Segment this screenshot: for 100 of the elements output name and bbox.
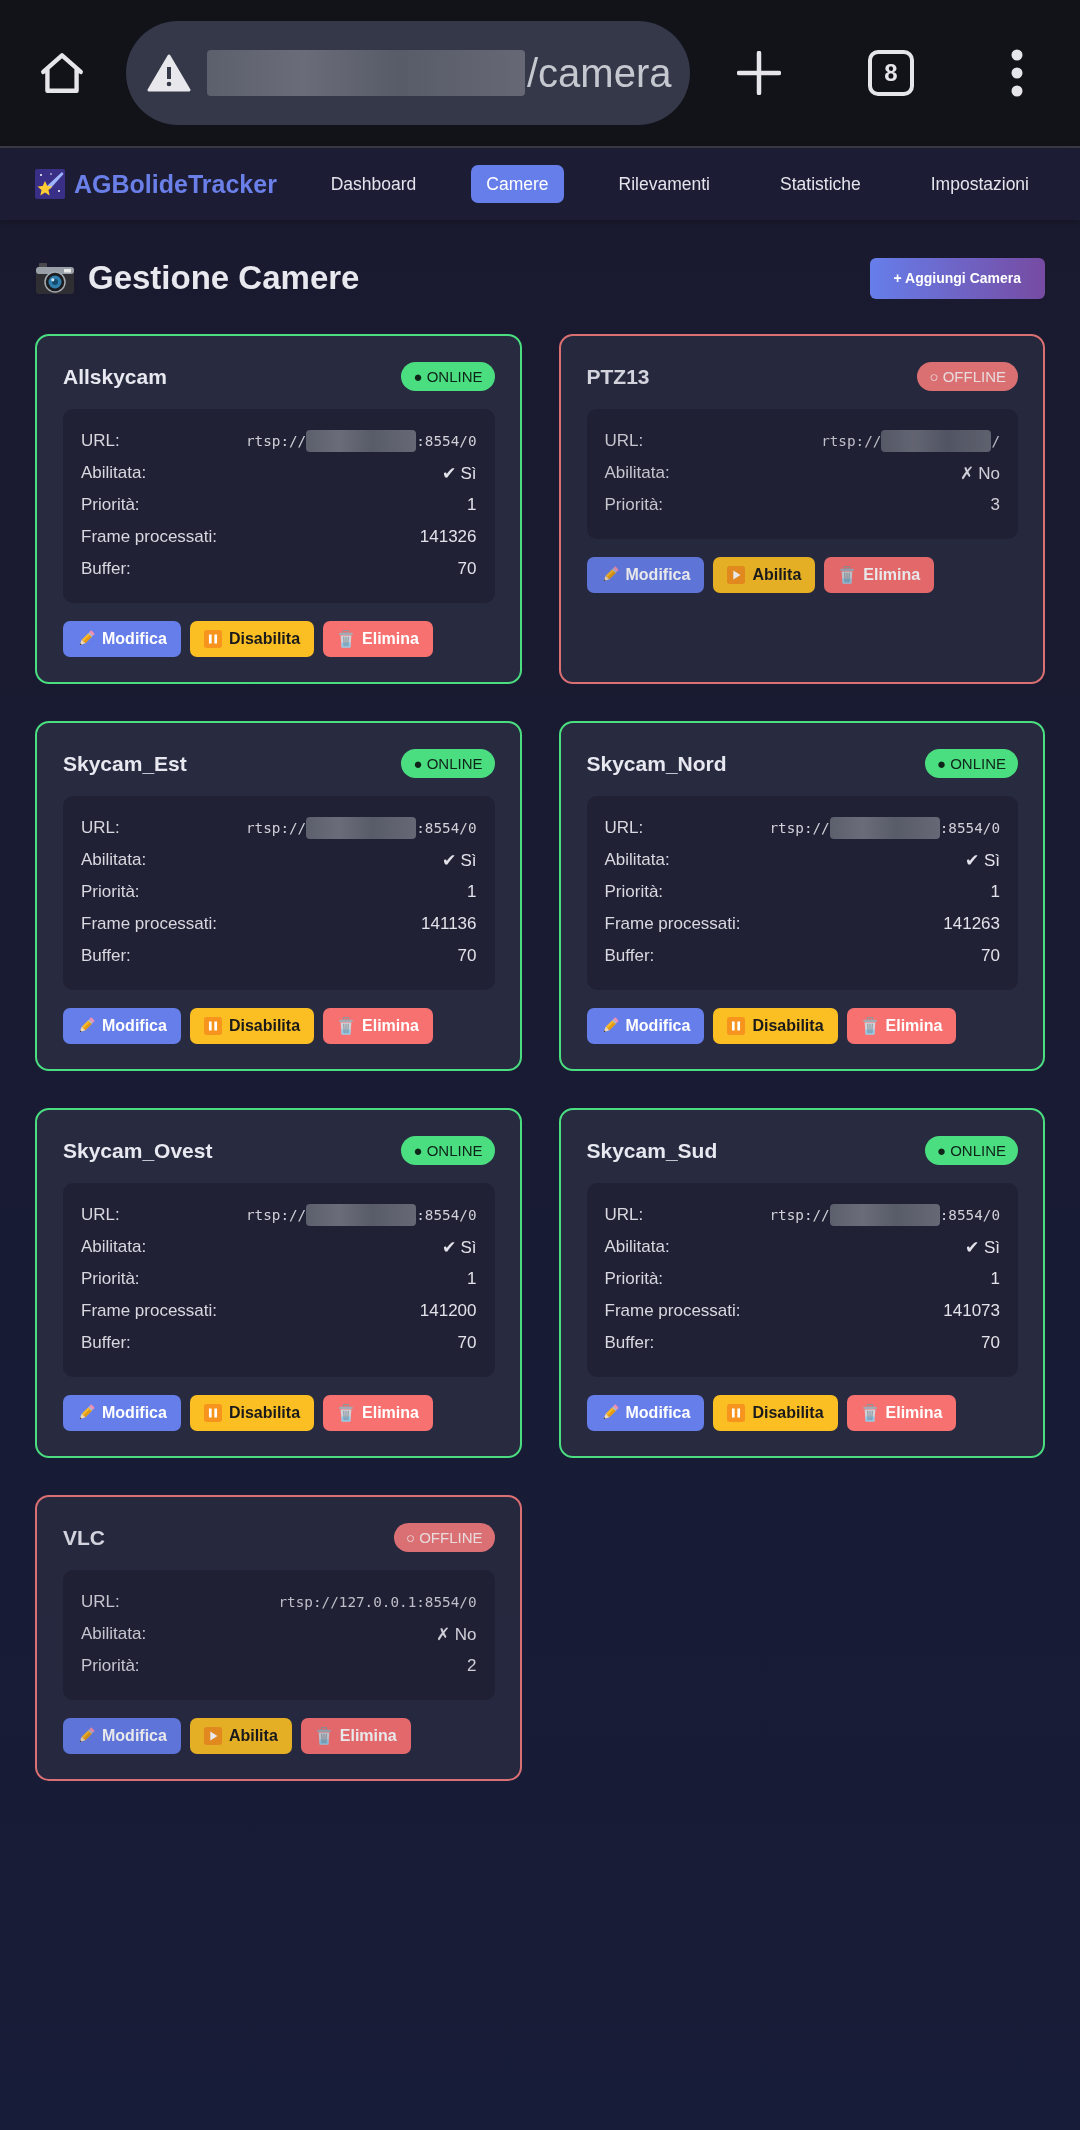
plus-icon[interactable] (737, 51, 781, 95)
field-value: 70 (981, 1333, 1000, 1353)
camera-name: Skycam_Nord (586, 751, 727, 776)
delete-button[interactable]: Elimina (323, 621, 433, 657)
nav-tab[interactable]: Dashboard (315, 165, 432, 203)
field-value: 141263 (943, 914, 1000, 934)
pencil-icon (77, 1017, 95, 1035)
field-label: URL: (81, 1592, 120, 1612)
field-label: Priorità: (81, 882, 140, 902)
edit-button[interactable]: Modifica (63, 1008, 181, 1044)
nav-tab[interactable]: Statistiche (765, 165, 876, 203)
field-label: Buffer: (81, 1333, 131, 1353)
edit-button[interactable]: Modifica (586, 1008, 705, 1044)
status-badge: ● ONLINE (401, 1136, 495, 1165)
pause-icon (203, 1017, 222, 1035)
pencil-icon (77, 1727, 95, 1745)
enable-button[interactable]: Abilita (713, 557, 816, 593)
address-field[interactable]: /camera (126, 21, 690, 125)
delete-button[interactable]: Elimina (323, 1395, 433, 1431)
field-label: Frame processati: (604, 1301, 741, 1321)
camera-name: Skycam_Ovest (63, 1138, 213, 1163)
field-label: Abilitata: (81, 850, 147, 870)
page-title: Gestione Camere (88, 259, 360, 297)
field-value: 141073 (943, 1301, 1000, 1321)
enable-button[interactable]: Abilita (189, 1718, 292, 1754)
camera-icon (35, 261, 75, 295)
url-text: rtsp:// (245, 433, 307, 449)
delete-button[interactable]: Elimina (300, 1718, 411, 1754)
warning-icon[interactable] (147, 53, 191, 93)
trash-icon (860, 1017, 879, 1035)
camera-name: VLC (63, 1525, 105, 1550)
disable-button[interactable]: Disabilita (189, 1008, 315, 1044)
pause-icon (203, 630, 222, 648)
field-label: URL: (81, 431, 120, 451)
nav-tab[interactable]: Impostazioni (915, 165, 1044, 203)
field-label: Abilitata: (81, 1624, 147, 1644)
field-value: 3 (990, 495, 1000, 515)
field-label: Buffer: (604, 1333, 655, 1353)
delete-button[interactable]: Elimina (323, 1008, 433, 1044)
status-badge: ● ONLINE (401, 362, 495, 391)
edit-button[interactable]: Modifica (63, 1718, 181, 1754)
disable-button[interactable]: Disabilita (713, 1395, 838, 1431)
address-text: /camera (527, 50, 672, 96)
url-text: :8554/0 (939, 1207, 1000, 1223)
field-label: Priorità: (604, 495, 664, 515)
url-text: :8554/0 (939, 820, 1000, 836)
edit-button[interactable]: Modifica (63, 621, 181, 657)
pause-icon (727, 1404, 746, 1422)
field-label: Abilitata: (81, 1237, 147, 1257)
field-value: 1 (990, 882, 1000, 902)
url-text: rtsp:// (821, 433, 882, 449)
disable-button[interactable]: Disabilita (189, 1395, 315, 1431)
play-icon (727, 566, 746, 584)
add-camera-button[interactable]: + Aggiungi Camera (869, 257, 1045, 299)
field-value: ✔ Sì (441, 462, 477, 484)
delete-button[interactable]: Elimina (846, 1008, 957, 1044)
delete-button[interactable]: Elimina (824, 557, 935, 593)
camera-name: Skycam_Est (63, 751, 187, 776)
field-label: Abilitata: (81, 463, 147, 483)
field-value: 1 (990, 1269, 1000, 1289)
url-text: :8554/0 (416, 433, 477, 449)
field-label: Priorità: (81, 1269, 140, 1289)
field-value: 141200 (419, 1301, 477, 1321)
field-value: ✔ Sì (965, 849, 1000, 871)
field-value: ✗ No (959, 462, 1000, 484)
url-text: / (991, 433, 1000, 449)
field-value: 2 (467, 1656, 477, 1676)
url-text: rtsp://127.0.0.1:8554/0 (278, 1594, 477, 1610)
edit-button[interactable]: Modifica (586, 1395, 705, 1431)
menu-icon[interactable] (1011, 49, 1023, 97)
field-label: Priorità: (604, 882, 664, 902)
nav-tab[interactable]: Rilevamenti (603, 165, 725, 203)
field-value: ✔ Sì (441, 1236, 477, 1258)
disable-button[interactable]: Disabilita (713, 1008, 838, 1044)
field-label: Frame processati: (81, 1301, 218, 1321)
field-label: Buffer: (81, 559, 131, 579)
edit-button[interactable]: Modifica (63, 1395, 181, 1431)
app-logo-text[interactable]: AGBolideTracker (74, 169, 277, 199)
field-label: Abilitata: (604, 850, 670, 870)
field-value: 1 (467, 1269, 477, 1289)
pencil-icon (77, 630, 95, 648)
delete-button[interactable]: Elimina (846, 1395, 957, 1431)
pause-icon (727, 1017, 746, 1035)
field-label: URL: (604, 818, 644, 838)
edit-button[interactable]: Modifica (586, 557, 705, 593)
field-label: Frame processati: (81, 914, 218, 934)
field-label: URL: (604, 431, 644, 451)
tab-switcher-button[interactable]: 8 (868, 50, 914, 96)
field-value: 70 (457, 946, 477, 966)
status-badge: ● ONLINE (924, 749, 1018, 778)
nav-tab[interactable]: Camere (471, 165, 564, 203)
pause-icon (203, 1404, 222, 1422)
status-badge: ● ONLINE (401, 749, 495, 778)
field-label: Abilitata: (604, 463, 670, 483)
camera-name: Skycam_Sud (586, 1138, 718, 1163)
disable-button[interactable]: Disabilita (189, 621, 315, 657)
field-label: Buffer: (604, 946, 655, 966)
url-text: rtsp:// (245, 1207, 307, 1223)
field-label: Priorità: (81, 1656, 140, 1676)
trash-icon (314, 1727, 333, 1745)
